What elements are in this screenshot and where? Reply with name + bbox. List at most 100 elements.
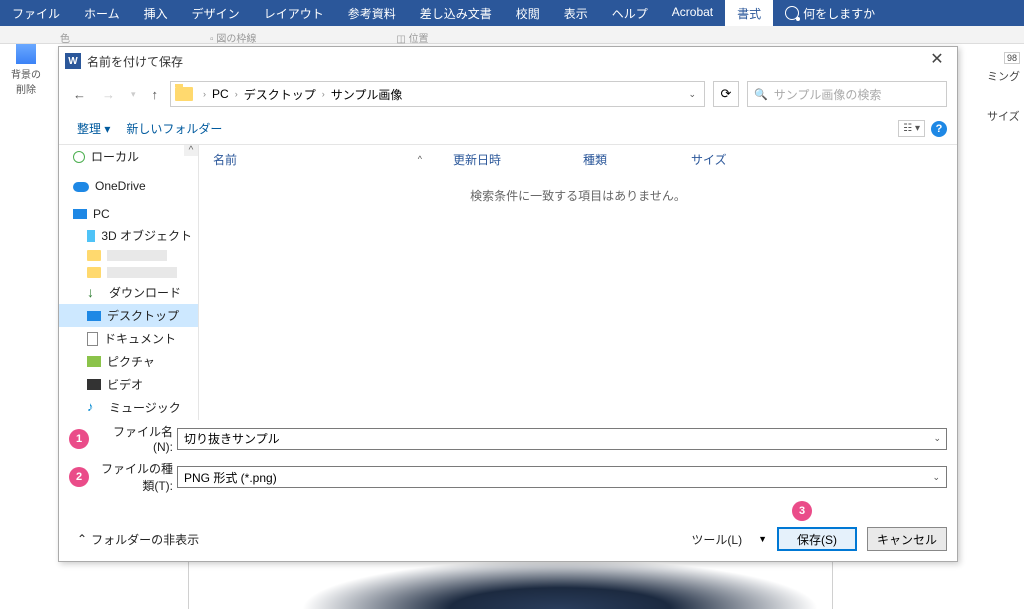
tree-downloads[interactable]: ↓ダウンロード	[59, 281, 198, 304]
column-size[interactable]: サイズ	[691, 151, 771, 168]
tab-layout[interactable]: レイアウト	[252, 0, 336, 26]
tab-view[interactable]: 表示	[552, 0, 600, 26]
path-segment-desktop[interactable]: デスクトップ	[244, 86, 316, 103]
tree-3d-objects[interactable]: 3D オブジェクト	[59, 224, 198, 247]
doc-margin-line	[832, 561, 833, 609]
right-ribbon-stub: 98 ミング サイズ	[987, 52, 1020, 128]
chevron-right-icon: ›	[235, 89, 238, 99]
tab-insert[interactable]: 挿入	[132, 0, 180, 26]
filetype-value: PNG 形式 (*.png)	[184, 469, 277, 486]
main-pane: ^ ローカル OneDrive PC 3D オブジェクト ↓ダウンロード デスク…	[59, 145, 957, 420]
sync-icon	[73, 151, 85, 163]
tree-local[interactable]: ローカル	[59, 145, 198, 168]
search-placeholder: サンプル画像の検索	[774, 86, 882, 103]
tab-home[interactable]: ホーム	[72, 0, 132, 26]
video-icon	[87, 379, 101, 390]
path-dropdown-icon[interactable]: ⌄	[684, 89, 700, 100]
path-segment-folder[interactable]: サンプル画像	[331, 86, 403, 103]
chevron-right-icon: ›	[322, 89, 325, 99]
doc-margin-line	[188, 561, 189, 609]
filename-row: 1 ファイル名(N): ⌄	[59, 420, 957, 457]
word-icon: W	[65, 53, 81, 69]
tree-music[interactable]: ♪ミュージック	[59, 396, 198, 419]
search-icon: 🔍	[754, 88, 768, 101]
dialog-title: 名前を付けて保存	[87, 53, 923, 70]
view-options-button[interactable]: ☷ ▾	[898, 120, 925, 137]
search-input[interactable]: 🔍 サンプル画像の検索	[747, 81, 947, 107]
tell-me[interactable]: 何をしますか	[773, 0, 887, 26]
refresh-button[interactable]: ⟳	[713, 81, 739, 107]
empty-message: 検索条件に一致する項目はありません。	[199, 187, 957, 204]
tree-pc[interactable]: PC	[59, 204, 198, 224]
filetype-select[interactable]: PNG 形式 (*.png) ⌄	[177, 466, 947, 488]
column-name[interactable]: 名前^	[213, 151, 453, 168]
filename-dropdown-icon[interactable]: ⌄	[933, 433, 941, 444]
remove-background-button[interactable]: 背景の 削除	[8, 44, 44, 96]
filename-label: ファイル名(N):	[97, 423, 177, 454]
tools-dropdown-icon[interactable]: ▼	[758, 534, 767, 544]
tab-format[interactable]: 書式	[725, 0, 773, 26]
help-icon[interactable]: ?	[931, 121, 947, 137]
address-bar[interactable]: › PC › デスクトップ › サンプル画像 ⌄	[170, 81, 705, 107]
chevron-right-icon: ›	[203, 89, 206, 99]
cube-icon	[87, 230, 95, 242]
annotation-badge-3: 3	[792, 501, 812, 521]
remove-background-icon	[16, 44, 36, 64]
desktop-icon	[87, 311, 101, 321]
nav-back-icon[interactable]: ←	[69, 83, 90, 106]
folder-icon	[175, 87, 193, 101]
tree-scroll-up-icon[interactable]: ^	[184, 145, 198, 156]
dialog-footer: ⌃フォルダーの非表示 ツール(L) ▼ 3 保存(S) キャンセル	[59, 521, 957, 561]
folder-icon	[87, 250, 101, 261]
folder-tree: ^ ローカル OneDrive PC 3D オブジェクト ↓ダウンロード デスク…	[59, 145, 199, 420]
tree-documents[interactable]: ドキュメント	[59, 327, 198, 350]
tab-file[interactable]: ファイル	[0, 0, 72, 26]
toolbar: 整理 ▾ 新しいフォルダー ☷ ▾ ?	[59, 113, 957, 145]
chevron-down-icon: ⌄	[932, 472, 940, 483]
new-folder-button[interactable]: 新しいフォルダー	[118, 116, 230, 141]
tree-onedrive[interactable]: OneDrive	[59, 176, 198, 196]
nav-up-icon[interactable]: ↑	[148, 83, 163, 106]
tab-acrobat[interactable]: Acrobat	[660, 0, 725, 26]
lightbulb-icon	[785, 6, 799, 20]
download-icon: ↓	[87, 286, 103, 300]
tab-help[interactable]: ヘルプ	[600, 0, 660, 26]
tell-me-label: 何をしますか	[803, 5, 875, 22]
column-type[interactable]: 種類	[583, 151, 691, 168]
tab-mailings[interactable]: 差し込み文書	[408, 0, 504, 26]
tree-folder-blurred[interactable]	[59, 264, 198, 281]
nav-forward-icon[interactable]: →	[98, 83, 119, 106]
tab-review[interactable]: 校閲	[504, 0, 552, 26]
filetype-row: 2 ファイルの種類(T): PNG 形式 (*.png) ⌄	[59, 457, 957, 497]
document-icon	[87, 332, 98, 346]
path-segment-pc[interactable]: PC	[212, 87, 229, 101]
file-list-area: 名前^ 更新日時 種類 サイズ 検索条件に一致する項目はありません。	[199, 145, 957, 420]
tree-pictures[interactable]: ピクチャ	[59, 350, 198, 373]
filename-input[interactable]	[177, 428, 947, 450]
hide-folders-toggle[interactable]: ⌃フォルダーの非表示	[77, 531, 199, 548]
picture-icon	[87, 356, 101, 367]
tab-references[interactable]: 参考資料	[336, 0, 408, 26]
annotation-badge-2: 2	[69, 467, 89, 487]
tree-folder-blurred[interactable]	[59, 247, 198, 264]
pc-icon	[73, 209, 87, 219]
chevron-up-icon: ⌃	[77, 532, 87, 546]
nav-recent-icon[interactable]: ▾	[127, 85, 140, 104]
tree-desktop[interactable]: デスクトップ	[59, 304, 198, 327]
music-icon: ♪	[87, 401, 103, 415]
dialog-titlebar: W 名前を付けて保存 ✕	[59, 47, 957, 75]
tree-videos[interactable]: ビデオ	[59, 373, 198, 396]
close-button[interactable]: ✕	[923, 49, 951, 73]
column-date[interactable]: 更新日時	[453, 151, 583, 168]
organize-menu[interactable]: 整理 ▾	[69, 116, 118, 141]
ribbon-commands-peek: 色 ▫ 図の枠線 ◫ 位置	[60, 30, 964, 44]
filetype-label: ファイルの種類(T):	[97, 460, 177, 494]
tab-design[interactable]: デザイン	[180, 0, 252, 26]
column-headers: 名前^ 更新日時 種類 サイズ	[199, 145, 957, 173]
folder-icon	[87, 267, 101, 278]
save-button[interactable]: 保存(S)	[777, 527, 857, 551]
tools-menu[interactable]: ツール(L)	[687, 529, 746, 550]
cancel-button[interactable]: キャンセル	[867, 527, 947, 551]
save-as-dialog: W 名前を付けて保存 ✕ ← → ▾ ↑ › PC › デスクトップ › サンプ…	[58, 46, 958, 562]
document-image-peek	[300, 559, 820, 609]
